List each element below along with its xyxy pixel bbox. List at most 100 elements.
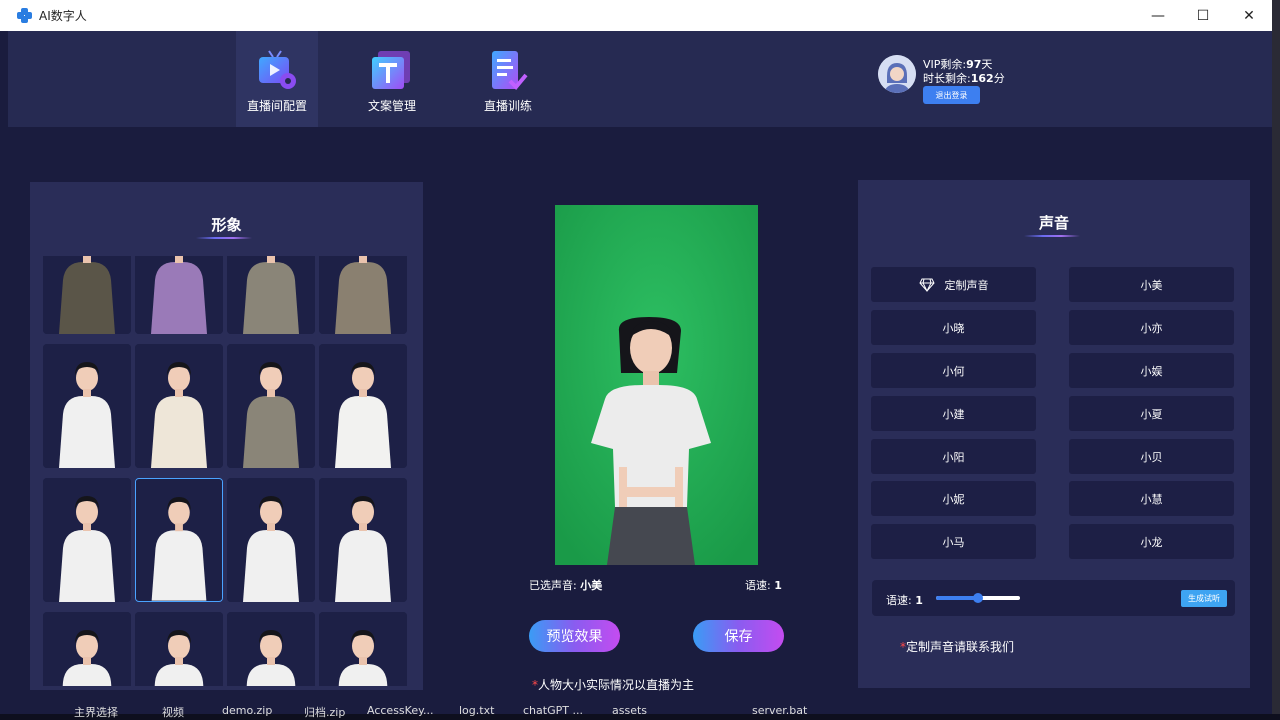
voice-option[interactable]: 小何: [871, 353, 1036, 388]
avatar-option[interactable]: [43, 612, 131, 686]
speed-slider[interactable]: [936, 593, 1020, 603]
avatar-preview: [555, 205, 758, 565]
voice-option[interactable]: 小亦: [1069, 310, 1234, 345]
desktop-item-label: AccessKey...: [367, 704, 434, 717]
avatar-thumbnail: [227, 612, 315, 686]
avatar-thumbnail: [43, 256, 131, 334]
avatar-option[interactable]: [227, 478, 315, 602]
window-title: AI数字人: [39, 9, 87, 23]
avatar-thumbnail: [43, 478, 131, 602]
selected-speed-value: 1: [774, 579, 782, 592]
avatar-option[interactable]: [319, 344, 407, 468]
avatar-thumbnail: [319, 344, 407, 468]
time-remaining-value: 162: [970, 72, 994, 85]
avatar-option[interactable]: [43, 344, 131, 468]
time-remaining-unit: 分: [993, 72, 1005, 85]
desktop-item-label: 主界选择: [74, 706, 118, 719]
close-button[interactable]: ✕: [1226, 0, 1272, 31]
speed-slider-thumb[interactable]: [973, 593, 983, 603]
avatar-option[interactable]: [135, 612, 223, 686]
avatar-panel-title: 形象: [211, 216, 242, 234]
voice-note-text: 定制声音请联系我们: [906, 640, 1015, 654]
desktop-item-label: assets: [612, 704, 648, 717]
avatar: [878, 55, 916, 93]
voice-option[interactable]: 小贝: [1069, 439, 1234, 474]
avatar-thumbnail: [136, 479, 222, 601]
avatar-thumbnail: [227, 478, 315, 602]
speed-label-group: 语速: 1: [886, 592, 923, 608]
custom-voice-button[interactable]: 定制声音: [871, 267, 1036, 302]
app-logo-icon: [17, 7, 33, 24]
selected-voice: 已选声音: 小美: [529, 577, 602, 593]
nav-copy-management[interactable]: 文案管理: [351, 31, 433, 127]
minimize-button[interactable]: —: [1135, 0, 1181, 31]
voice-option[interactable]: 小建: [871, 396, 1036, 431]
diamond-icon: [918, 278, 935, 292]
preview-effect-button[interactable]: 预览效果: [529, 620, 620, 652]
avatar-option[interactable]: [227, 612, 315, 686]
title-bar: AI数字人 — ☐ ✕: [0, 0, 1272, 31]
avatar-thumbnail: [135, 256, 223, 334]
avatar-option[interactable]: [43, 256, 131, 334]
time-remaining-label: 时长剩余:: [923, 72, 971, 85]
custom-voice-label: 定制声音: [944, 278, 989, 292]
voice-option[interactable]: 小妮: [871, 481, 1036, 516]
voice-option[interactable]: 小慧: [1069, 481, 1234, 516]
text-t-icon: [370, 49, 414, 93]
desktop-item-label: chatGPT ...: [523, 704, 583, 717]
voice-option[interactable]: 小阳: [871, 439, 1036, 474]
speed-label: 语速:: [886, 594, 912, 607]
tv-gear-icon: [255, 49, 299, 93]
voice-option[interactable]: 小晓: [871, 310, 1036, 345]
avatar-thumbnail: [227, 344, 315, 468]
avatar-thumbnail: [43, 344, 131, 468]
desktop-item-label: demo.zip: [222, 704, 273, 717]
nav-label: 直播训练: [483, 99, 532, 113]
save-button[interactable]: 保存: [693, 620, 784, 652]
avatar-option[interactable]: [135, 478, 223, 602]
voice-option[interactable]: 小夏: [1069, 396, 1234, 431]
avatar-option[interactable]: [319, 256, 407, 334]
avatar-thumbnail: [135, 612, 223, 686]
nav-label: 直播间配置: [246, 99, 307, 113]
voice-option[interactable]: 小龙: [1069, 524, 1234, 559]
desktop-item-label: log.txt: [459, 704, 495, 717]
desktop-item-label: 视频: [162, 706, 184, 719]
avatar-option[interactable]: [135, 344, 223, 468]
nav-live-training[interactable]: 直播训练: [467, 31, 549, 127]
selected-voice-value: 小美: [580, 579, 603, 592]
voice-option[interactable]: 小娱: [1069, 353, 1234, 388]
preview-note: *人物大小实际情况以直播为主: [532, 676, 694, 693]
voice-option[interactable]: 小美: [1069, 267, 1234, 302]
desktop-item-label: server.bat: [752, 704, 808, 717]
avatar-option[interactable]: [227, 344, 315, 468]
avatar-thumbnail: [319, 256, 407, 334]
speed-value: 1: [915, 594, 923, 607]
title-underline: [196, 237, 252, 239]
avatar-thumbnail: [43, 612, 131, 686]
avatar-thumbnail: [319, 612, 407, 686]
logout-button[interactable]: 退出登录: [923, 86, 980, 104]
avatar-option[interactable]: [135, 256, 223, 334]
nav-live-room-config[interactable]: 直播间配置: [236, 31, 318, 127]
voice-note: *定制声音请联系我们: [900, 638, 1014, 655]
generate-preview-button[interactable]: 生成试听: [1181, 590, 1227, 607]
document-check-icon: [486, 49, 530, 93]
avatar-thumbnail: [227, 256, 315, 334]
voice-option[interactable]: 小马: [871, 524, 1036, 559]
preview-note-text: 人物大小实际情况以直播为主: [538, 678, 695, 692]
selected-voice-label: 已选声音:: [529, 579, 577, 592]
desktop-item-label: 归档.zip: [304, 706, 346, 719]
avatar-option[interactable]: [43, 478, 131, 602]
avatar-thumbnail: [135, 344, 223, 468]
app-window: AI数字人 — ☐ ✕ 直播间配置 文案管理 直播训练 VIP剩余:97天 时长…: [0, 0, 1272, 714]
avatar-option[interactable]: [227, 256, 315, 334]
avatar-option[interactable]: [319, 612, 407, 686]
avatar-grid: [43, 256, 409, 686]
desktop-edge: [1272, 0, 1280, 720]
title-underline: [1024, 235, 1080, 237]
maximize-button[interactable]: ☐: [1180, 0, 1226, 31]
selected-speed-label: 语速:: [745, 579, 771, 592]
avatar-option[interactable]: [319, 478, 407, 602]
selected-speed: 语速: 1: [745, 577, 782, 593]
